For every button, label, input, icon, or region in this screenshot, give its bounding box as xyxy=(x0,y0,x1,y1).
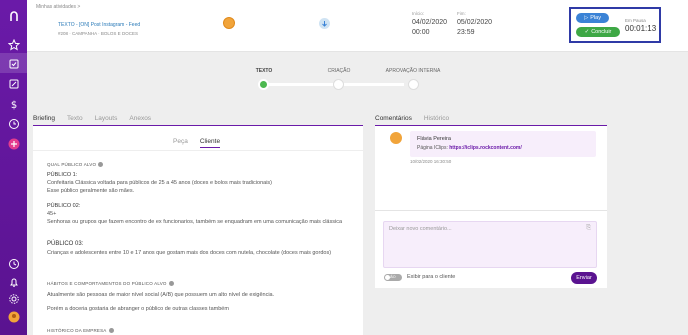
svg-text:$: $ xyxy=(10,100,16,110)
sidebar: $ xyxy=(0,0,27,335)
step-label-criacao: CRIAÇÃO xyxy=(327,68,351,74)
habitos-text: Atualmente são pessoas de maior nível so… xyxy=(47,292,275,298)
help-icon[interactable] xyxy=(168,281,174,287)
section-historico-label: HISTÓRICO DA EMPRESA xyxy=(47,328,107,333)
end-date: 05/02/2020 xyxy=(457,19,493,26)
habitos-text-2: Porém a doceria gostaria de abranger o p… xyxy=(47,306,229,312)
comments-panel: Flávia Pereira Página IClips: https://ic… xyxy=(375,125,607,288)
plus-icon[interactable] xyxy=(6,136,21,151)
dollar-icon[interactable]: $ xyxy=(6,96,21,111)
toggle-state-label: NÃO xyxy=(388,275,396,279)
comment-input-placeholder: Deixar novo comentário... xyxy=(389,226,452,232)
publico1-label: PÚBLICO 1: xyxy=(47,172,78,178)
end-time: 23:59 xyxy=(457,29,475,36)
step-dot-criacao[interactable] xyxy=(333,79,344,90)
step-dot-aprovacao[interactable] xyxy=(408,79,419,90)
task-header: Minhas atividades > TEXTO - [ON] Post In… xyxy=(27,0,688,52)
comment-timestamp: 10/02/2020 16:30:50 xyxy=(410,159,452,164)
workflow-stepper: TEXTO CRIAÇÃO APROVAÇÃO INTERNA xyxy=(27,52,688,110)
comment-link[interactable]: https://iclips.rockcontent.com/ xyxy=(449,145,522,151)
show-client-label: Exibir para o cliente xyxy=(407,274,456,280)
user-avatar[interactable] xyxy=(6,309,21,324)
arrow-down-icon[interactable] xyxy=(319,18,330,29)
breadcrumb[interactable]: Minhas atividades > xyxy=(36,4,80,10)
timer-status: Em Pausa xyxy=(625,18,646,23)
star-icon[interactable] xyxy=(6,37,21,52)
task-title[interactable]: TEXTO - [ON] Post Instagram - Feed xyxy=(58,22,140,28)
concluir-label: Concluir xyxy=(591,29,612,35)
publico2-text-2: Senhoras ou grupos que fazem encontro de… xyxy=(47,219,343,225)
edit-icon[interactable] xyxy=(6,76,21,91)
check-icon: ✓ xyxy=(584,29,590,35)
play-label: Play xyxy=(590,15,601,21)
assignee-avatar[interactable] xyxy=(223,17,235,29)
comment-input[interactable]: Deixar novo comentário... ⎘ xyxy=(383,221,597,268)
subtab-cliente[interactable]: Cliente xyxy=(199,138,221,148)
start-date: 04/02/2020 xyxy=(412,19,448,26)
help-icon[interactable] xyxy=(108,328,114,334)
task-subtitle: #208 · CAMPANHA · BOLOS E DOCES xyxy=(58,31,138,36)
gear-icon[interactable] xyxy=(6,291,21,306)
commenter-avatar xyxy=(390,132,402,144)
publico2-label: PÚBLICO 02: xyxy=(47,203,81,209)
comment-author: Flávia Pereira xyxy=(417,136,451,142)
subtab-peca[interactable]: Peça xyxy=(173,138,188,148)
end-label: Fim: xyxy=(457,11,466,16)
step-label-texto: TEXTO xyxy=(255,68,273,74)
send-button[interactable]: Enviar xyxy=(571,272,597,284)
section-qual-publico: QUAL PÚBLICO ALVO xyxy=(47,162,104,168)
subtabs-divider xyxy=(33,150,363,151)
briefing-subtabs: Peça Cliente xyxy=(173,138,221,148)
brand-logo-icon[interactable] xyxy=(6,9,21,24)
play-button[interactable]: ▷ Play xyxy=(576,13,609,23)
task-icon[interactable] xyxy=(6,56,21,71)
comment-text-prefix: Página IClips: xyxy=(417,145,450,151)
timer-box: ▷ Play ✓ Concluir Em Pausa 00:01:13 xyxy=(569,7,661,43)
briefing-panel: Peça Cliente QUAL PÚBLICO ALVO PÚBLICO 1… xyxy=(33,125,363,335)
start-time: 00:00 xyxy=(412,29,430,36)
section-habitos-label: HÁBITOS E COMPORTAMENTOS DO PÚBLICO ALVO xyxy=(47,281,167,286)
publico1-text-2: Esse público geralmente são mães. xyxy=(47,188,135,194)
attachment-clip-icon[interactable]: ⎘ xyxy=(586,225,591,232)
comment-bubble: Flávia Pereira Página IClips: https://ic… xyxy=(410,131,596,157)
publico3-label: PÚBLICO 03: xyxy=(47,241,84,247)
section-qual-publico-label: QUAL PÚBLICO ALVO xyxy=(47,162,97,167)
timer-value: 00:01:13 xyxy=(625,24,657,33)
history-icon[interactable] xyxy=(6,256,21,271)
comments-divider xyxy=(375,210,607,211)
section-historico: HISTÓRICO DA EMPRESA xyxy=(47,328,114,334)
publico3-text: Crianças e adolescentes entre 10 e 17 an… xyxy=(47,250,332,256)
concluir-button[interactable]: ✓ Concluir xyxy=(576,27,620,37)
step-label-aprovacao: APROVAÇÃO INTERNA xyxy=(385,68,441,74)
play-icon: ▷ xyxy=(584,15,589,21)
step-dot-texto[interactable] xyxy=(258,79,269,90)
section-habitos: HÁBITOS E COMPORTAMENTOS DO PÚBLICO ALVO xyxy=(47,281,174,287)
start-label: Início: xyxy=(412,11,425,16)
clock-icon[interactable] xyxy=(6,116,21,131)
bell-icon[interactable] xyxy=(6,274,21,289)
comment-text: Página IClips: https://iclips.rockconten… xyxy=(417,145,522,151)
help-icon[interactable] xyxy=(98,162,104,168)
